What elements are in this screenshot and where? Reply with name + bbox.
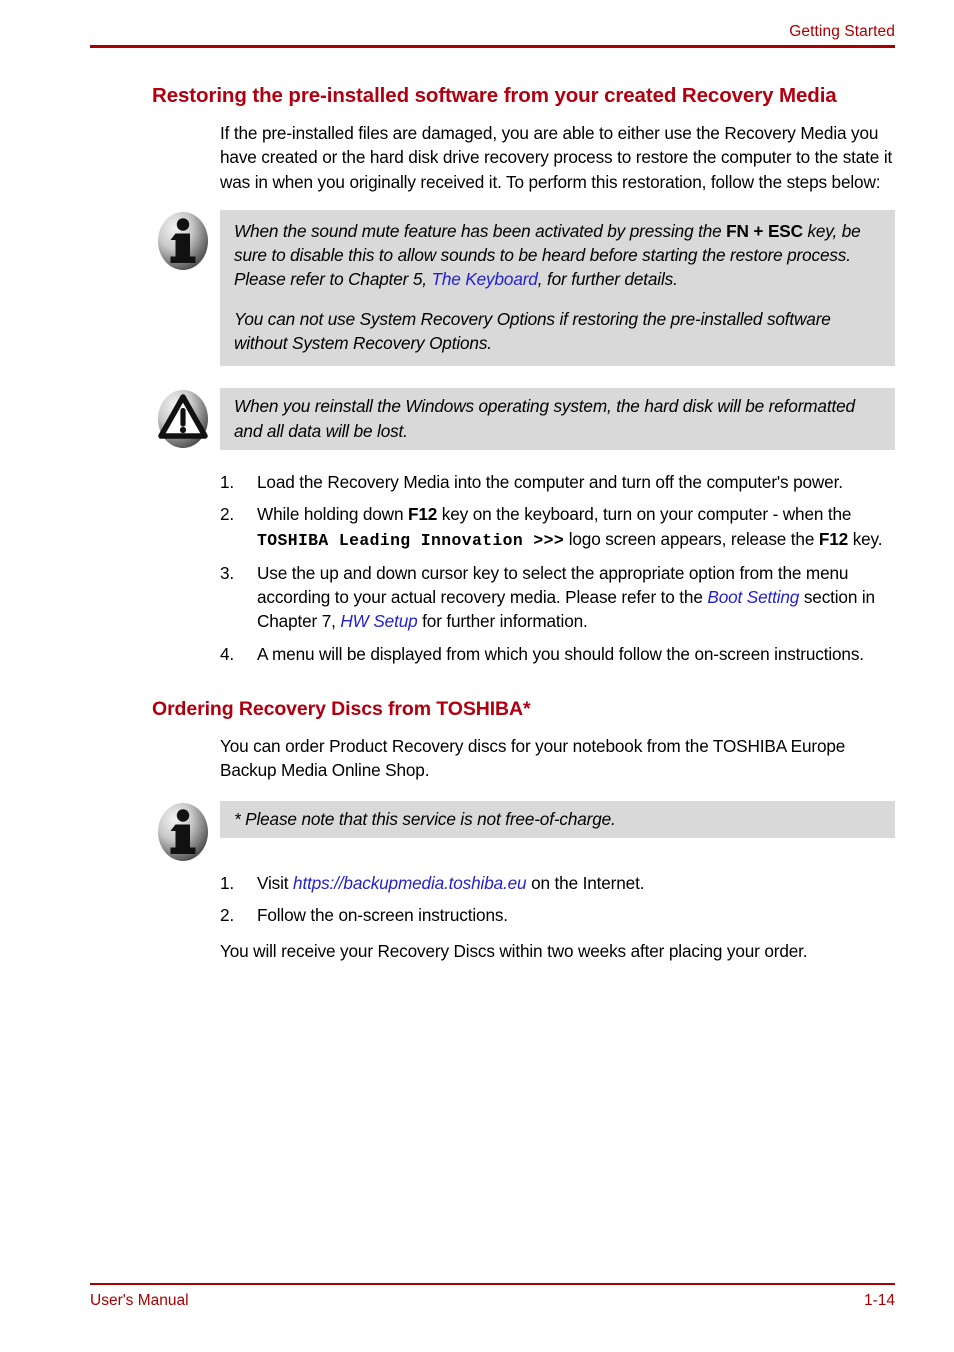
- caution-icon: [152, 388, 214, 450]
- section-title-restoring: Restoring the pre-installed software fro…: [152, 84, 837, 107]
- note-text: * Please note that this service is not f…: [234, 808, 616, 829]
- list-item-text-b: key on the keyboard, turn on your comput…: [437, 504, 852, 525]
- list-item-text: Follow the on-screen instructions.: [257, 904, 508, 925]
- list-item-number: 1.: [220, 872, 235, 893]
- list-item: 3. Use the up and down cursor key to sele…: [220, 561, 895, 634]
- section-title-ordering: Ordering Recovery Discs from TOSHIBA*: [152, 698, 531, 721]
- note-paragraph-2: You can not use System Recovery Options …: [234, 308, 831, 354]
- ordering-steps-list: 1. Visit https://backupmedia.toshiba.eu o…: [220, 871, 895, 928]
- page-number: 1-14: [863, 1292, 895, 1309]
- xref-the-keyboard[interactable]: The Keyboard: [432, 269, 538, 289]
- document-page: Getting Started Restoring the pre-instal…: [0, 0, 954, 1352]
- footer-row: User's Manual 1-14: [90, 1291, 895, 1310]
- note-text-a: When the sound mute feature has been act…: [234, 220, 727, 241]
- note-body: When the sound mute feature has been act…: [220, 209, 895, 367]
- footer-rule: [90, 1283, 895, 1285]
- info-icon: [152, 210, 214, 272]
- section-1-intro: If the pre-installed files are damaged, …: [220, 123, 893, 192]
- section-2-intro: You can order Product Recovery discs for…: [220, 736, 846, 781]
- note-text-c: , for further details.: [537, 269, 678, 290]
- key-esc: ESC: [767, 220, 803, 241]
- list-item-text-c: logo screen appears, release the: [564, 528, 819, 549]
- note-body: * Please note that this service is not f…: [220, 800, 895, 838]
- xref-hw-setup[interactable]: HW Setup: [340, 611, 417, 631]
- key-plus: +: [748, 220, 768, 241]
- list-item: 2. While holding down F12 key on the keyb…: [220, 502, 895, 553]
- page-footer: User's Manual 1-14: [90, 1283, 895, 1310]
- list-item-number: 4.: [220, 643, 235, 664]
- caution-block-reinstall: When you reinstall the Windows operating…: [158, 388, 895, 450]
- key-f12-first: F12: [407, 504, 438, 525]
- section-2-indent: You can order Product Recovery discs for…: [158, 734, 895, 963]
- list-item-number: 3.: [220, 562, 235, 583]
- list-item-number: 2.: [220, 904, 235, 925]
- note-block-sound-mute: When the sound mute feature has been act…: [158, 209, 895, 367]
- note-paragraph-1: When the sound mute feature has been act…: [234, 219, 881, 292]
- xref-boot-setting[interactable]: Boot Setting: [707, 587, 799, 607]
- chapter-title: Getting Started: [789, 23, 895, 40]
- list-item: 2. Follow the on-screen instructions.: [220, 903, 895, 927]
- list-item-text: Load the Recovery Media into the compute…: [257, 471, 843, 492]
- note-block-free-of-charge: * Please note that this service is not f…: [158, 800, 895, 861]
- list-item-text: A menu will be displayed from which you …: [257, 643, 864, 664]
- list-item: 1. Load the Recovery Media into the compu…: [220, 470, 895, 494]
- caution-text: When you reinstall the Windows operating…: [234, 396, 855, 441]
- running-header: Getting Started: [90, 22, 895, 48]
- key-fn: FN: [726, 220, 749, 241]
- caution-body: When you reinstall the Windows operating…: [220, 388, 895, 450]
- list-item-text-a: Visit: [257, 872, 294, 893]
- header-rule: [90, 45, 895, 48]
- manual-label: User's Manual: [90, 1292, 189, 1309]
- list-item-text-c: for further information.: [417, 611, 588, 632]
- toshiba-logo-string: TOSHIBA Leading Innovation >>>: [257, 530, 565, 550]
- key-f12-second: F12: [818, 528, 849, 549]
- list-item-text-b: on the Internet.: [526, 872, 645, 893]
- page-content: Restoring the pre-installed software fro…: [152, 82, 895, 964]
- list-item-text-a: While holding down: [257, 504, 408, 525]
- list-item-text-d: key.: [848, 528, 883, 549]
- restore-steps-list: 1. Load the Recovery Media into the compu…: [220, 470, 895, 666]
- list-item: 4. A menu will be displayed from which yo…: [220, 642, 895, 666]
- list-item-number: 2.: [220, 504, 235, 525]
- info-icon: [152, 801, 214, 863]
- link-backupmedia-url[interactable]: https://backupmedia.toshiba.eu: [293, 873, 527, 893]
- list-item: 1. Visit https://backupmedia.toshiba.eu o…: [220, 871, 895, 895]
- section-2-closing: You will receive your Recovery Discs wit…: [220, 941, 808, 962]
- section-1-indent: If the pre-installed files are damaged, …: [158, 121, 895, 666]
- list-item-number: 1.: [220, 471, 235, 492]
